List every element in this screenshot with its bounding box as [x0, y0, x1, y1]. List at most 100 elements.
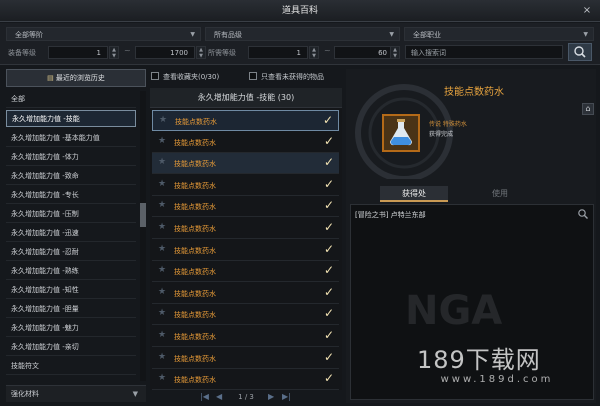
unowned-checkbox[interactable]: 只查看未获得的物品 [249, 72, 324, 82]
checkmark-icon: ✓ [323, 198, 334, 213]
item-row[interactable]: ★ 技能点数药水 ✓ [152, 369, 339, 391]
category-item[interactable]: 永久增加能力值 -致命 [6, 168, 136, 185]
checkmark-icon: ✓ [323, 349, 334, 364]
favorite-star-icon[interactable]: ★ [158, 136, 166, 146]
favorite-star-icon[interactable]: ★ [158, 330, 166, 340]
item-grade: 传说 特殊药水 [429, 121, 467, 128]
equip-level-max-input[interactable]: 1700 [135, 46, 195, 59]
item-row[interactable]: ★ 技能点数药水 ✓ [152, 218, 339, 239]
category-group-label: 强化材料 [11, 390, 39, 398]
favorite-star-icon[interactable]: ★ [158, 157, 166, 167]
checkmark-icon: ✓ [322, 113, 333, 127]
next-page-icon[interactable]: ▶ [268, 390, 274, 404]
last-page-icon[interactable]: ▶| [282, 390, 291, 404]
tab-use[interactable]: 使用 [466, 186, 534, 202]
chevron-down-icon: ▼ [389, 31, 394, 38]
item-row-name: 技能点数药水 [174, 203, 216, 212]
checkmark-icon: ✓ [323, 371, 334, 386]
chevron-down-icon: ▼ [132, 390, 138, 398]
close-button[interactable]: × [580, 4, 594, 18]
checkmark-icon: ✓ [323, 176, 334, 191]
category-item-selected[interactable]: 永久增加能力值 -技能 [6, 110, 136, 127]
item-row[interactable]: ★ 技能点数药水 ✓ [152, 348, 339, 369]
item-row-name: 技能点数药水 [174, 268, 216, 277]
item-row-name: 技能点数药水 [174, 181, 216, 190]
checkmark-icon: ✓ [323, 155, 334, 170]
chevron-down-icon: ▼ [583, 31, 588, 38]
first-page-icon[interactable]: |◀ [200, 390, 209, 404]
category-item[interactable]: 全部 [6, 91, 136, 108]
category-group-reinforce[interactable]: 强化材料 ▼ [6, 385, 146, 402]
detail-title: 技能点数药水 [444, 87, 504, 98]
category-item[interactable]: 永久增加能力值 -熟练 [6, 263, 136, 280]
item-row[interactable]: ★ 技能点数药水 ✓ [152, 283, 339, 304]
source-entry[interactable]: [冒险之书] 卢特兰东部 [355, 210, 426, 220]
item-row-name: 技能点数药水 [174, 160, 216, 169]
favorite-star-icon[interactable]: ★ [158, 244, 166, 254]
job-dropdown[interactable]: 全部职业 ▼ [404, 27, 594, 41]
category-item[interactable]: 永久增加能力值 -专长 [6, 187, 136, 204]
favorite-star-icon[interactable]: ★ [158, 265, 166, 275]
search-input[interactable]: 输入搜索词 [405, 45, 563, 59]
item-list: 永久增加能力值 -技能 (30) ★ 技能点数药水 ✓ ★ 技能点数药水 ✓ ★ 技能点数药水… [150, 88, 342, 391]
item-row-name: 技能点数药水 [174, 354, 216, 363]
prev-page-icon[interactable]: ◀ [216, 390, 222, 404]
region-dropdown-value: 全部等阶 [15, 31, 43, 39]
favorite-star-icon[interactable]: ★ [158, 308, 166, 318]
favorite-star-icon[interactable]: ★ [158, 287, 166, 297]
favorites-checkbox[interactable]: 查看收藏夹(0/30) [151, 72, 219, 82]
home-icon[interactable]: ⌂ [582, 103, 594, 115]
tab-source[interactable]: 获得处 [380, 186, 448, 202]
pagination: |◀ ◀ 1 / 3 ▶ ▶| [150, 390, 342, 404]
item-row[interactable]: ★ 技能点数药水 ✓ [152, 240, 339, 261]
item-row[interactable]: ★ 技能点数药水 ✓ [152, 196, 339, 218]
checkmark-icon: ✓ [323, 328, 334, 342]
favorite-star-icon[interactable]: ★ [159, 115, 167, 125]
item-row[interactable]: ★ 技能点数药水 ✓ [152, 110, 339, 131]
category-item[interactable]: 永久增加能力值 -压制 [6, 206, 136, 223]
search-icon[interactable] [577, 208, 589, 220]
category-item[interactable]: 永久增加能力值 -体力 [6, 149, 136, 166]
grade-dropdown[interactable]: 所有品级 ▼ [205, 27, 400, 41]
favorite-star-icon[interactable]: ★ [158, 179, 166, 189]
item-row[interactable]: ★ 技能点数药水 ✓ [152, 304, 339, 326]
item-row[interactable]: ★ 技能点数药水 ✓ [152, 326, 339, 347]
grade-dropdown-value: 所有品级 [214, 31, 242, 39]
category-item[interactable]: 永久增加能力值 -基本能力值 [6, 130, 136, 147]
category-scrollbar[interactable] [140, 91, 146, 381]
equip-level-min-stepper[interactable]: ▲ ▼ [109, 46, 119, 59]
category-item[interactable]: 永久增加能力值 -亲切 [6, 339, 136, 356]
page-indicator: 1 / 3 [238, 393, 254, 401]
favorite-star-icon[interactable]: ★ [158, 222, 166, 232]
search-button[interactable] [568, 43, 592, 61]
item-row[interactable]: ★ 技能点数药水 ✓ [152, 153, 339, 175]
use-level-min-stepper[interactable]: ▲ ▼ [309, 46, 319, 59]
category-item[interactable]: 永久增加能力值 -魅力 [6, 320, 136, 337]
checkmark-icon: ✓ [323, 306, 334, 321]
favorite-star-icon[interactable]: ★ [158, 352, 166, 362]
item-row[interactable]: ★ 技能点数药水 ✓ [152, 175, 339, 196]
item-row[interactable]: ★ 技能点数药水 ✓ [152, 132, 339, 153]
recent-history-button[interactable]: ▤ 最近的浏览历史 [6, 69, 146, 87]
category-item[interactable]: 技能符文 [6, 358, 136, 375]
item-icon-frame [382, 114, 420, 152]
category-scrollbar-thumb[interactable] [140, 203, 146, 227]
equip-level-min-input[interactable]: 1 [48, 46, 108, 59]
favorite-star-icon[interactable]: ★ [158, 200, 166, 210]
item-row[interactable]: ★ 技能点数药水 ✓ [152, 261, 339, 283]
use-level-max-stepper[interactable]: ▲ ▼ [390, 46, 400, 59]
region-dropdown[interactable]: 全部等阶 ▼ [6, 27, 201, 41]
category-item[interactable]: 永久增加能力值 -迅速 [6, 225, 136, 242]
use-level-max-input[interactable]: 60 [334, 46, 394, 59]
category-item[interactable]: 永久增加能力值 -胆量 [6, 301, 136, 318]
range-separator: ~ [124, 46, 131, 55]
favorite-star-icon[interactable]: ★ [158, 373, 166, 383]
search-icon [574, 46, 586, 58]
unowned-label: 只查看未获得的物品 [261, 73, 324, 81]
category-item[interactable]: 永久增加能力值 -忍耐 [6, 244, 136, 261]
category-panel: ▤ 最近的浏览历史 全部 永久增加能力值 -技能 永久增加能力值 -基本能力值 … [6, 69, 146, 403]
use-level-min-input[interactable]: 1 [248, 46, 308, 59]
equip-level-max-stepper[interactable]: ▲ ▼ [196, 46, 206, 59]
category-item[interactable]: 永久增加能力值 -知性 [6, 282, 136, 299]
item-row-name: 技能点数药水 [174, 333, 216, 341]
